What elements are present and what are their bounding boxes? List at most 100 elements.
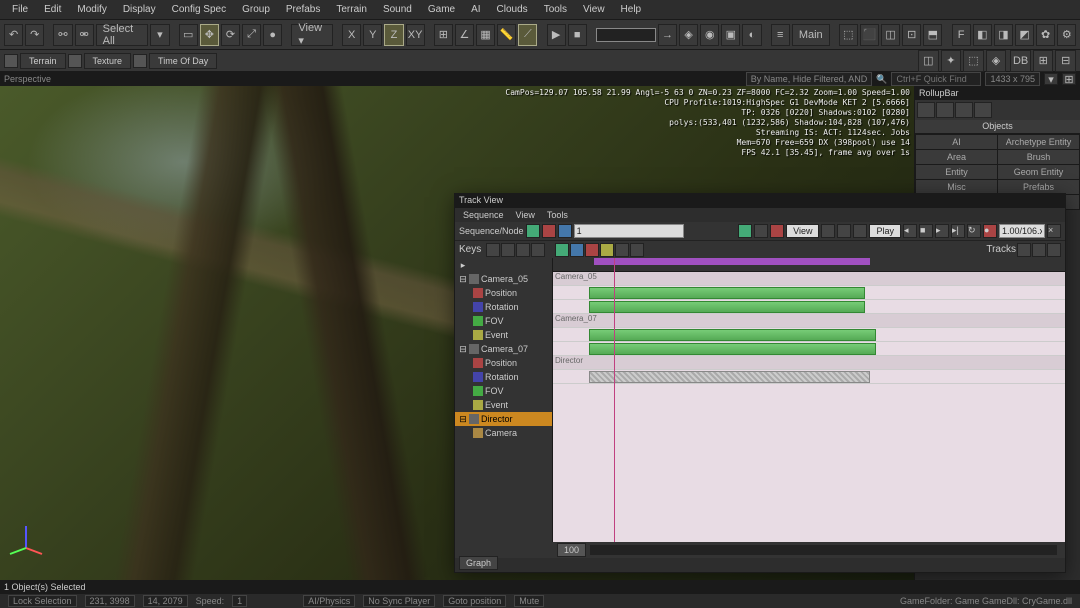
rtb-4[interactable]: ◈ [986,50,1007,72]
vp-opt-2[interactable]: ⊞ [1062,73,1076,85]
axis-xy-button[interactable]: XY [406,24,425,46]
unlink-button[interactable]: ⚮ [75,24,94,46]
select-tool[interactable]: ▭ [179,24,198,46]
misc-11[interactable]: ◧ [973,24,992,46]
menu-clouds[interactable]: Clouds [489,1,536,18]
tv-menu-view[interactable]: View [516,210,535,220]
snap-angle-button[interactable]: ∠ [455,24,474,46]
scale-tool[interactable]: ⤢ [242,24,261,46]
rp-tab-3[interactable] [955,102,973,118]
tv-key-opt[interactable] [754,224,768,238]
track-tree[interactable]: ▸ ⊟Camera_05 Position Rotation FOV Event… [455,258,553,542]
tv-del-button[interactable] [542,224,556,238]
time-of-day-button[interactable]: Time Of Day [149,53,217,69]
tv-snap-2[interactable] [837,224,851,238]
rp-tab-1[interactable] [917,102,935,118]
tv-k9[interactable] [615,243,629,257]
cat-misc[interactable]: Misc [916,180,997,194]
rtb-3[interactable]: ⬚ [963,50,984,72]
tv-snap-3[interactable] [853,224,867,238]
tv-rec-button[interactable]: ● [983,224,997,238]
menu-file[interactable]: File [4,1,36,18]
misc-9[interactable]: ⬒ [923,24,942,46]
axis-x-button[interactable]: X [342,24,361,46]
playhead[interactable] [614,258,615,542]
tv-end-button[interactable]: ▸| [951,224,965,238]
misc-2[interactable]: ◉ [700,24,719,46]
tv-stop-button[interactable]: ■ [919,224,933,238]
clip-cam07-2[interactable] [589,343,876,355]
menu-prefabs[interactable]: Prefabs [278,1,328,18]
timeline[interactable]: Camera_05 Camera_07 Director [553,258,1065,542]
tv-view-button[interactable]: View [786,224,819,238]
play-button[interactable]: ▶ [547,24,566,46]
menu-config-spec[interactable]: Config Spec [164,1,234,18]
tv-t3[interactable] [1047,243,1061,257]
misc-4[interactable]: ◐ [742,24,761,46]
menu-modify[interactable]: Modify [69,1,114,18]
selection-dropdown[interactable]: ▾ [150,24,169,46]
tv-key-add[interactable] [738,224,752,238]
clip-cam05-2[interactable] [589,301,865,313]
axis-y-button[interactable]: Y [363,24,382,46]
tv-edit-button[interactable] [558,224,572,238]
tv-k2[interactable] [501,243,515,257]
cat-area[interactable]: Area [916,150,997,164]
tv-add-button[interactable] [526,224,540,238]
axis-z-button[interactable]: Z [384,24,403,46]
tv-menu-tools[interactable]: Tools [547,210,568,220]
speed-value[interactable]: 1 [232,595,247,607]
tv-play-button[interactable]: Play [869,224,901,238]
menu-help[interactable]: Help [613,1,650,18]
terrain-button[interactable]: Terrain [20,53,66,69]
misc-14[interactable]: ✿ [1036,24,1055,46]
rp-tab-4[interactable] [974,102,992,118]
cat-entity[interactable]: Entity [916,165,997,179]
tv-prev-button[interactable]: ◂ [903,224,917,238]
cat-prefabs[interactable]: Prefabs [998,180,1079,194]
link-button[interactable]: ⚯ [53,24,72,46]
misc-5[interactable]: ⬚ [839,24,858,46]
lock-selection-button[interactable]: Lock Selection [8,595,77,607]
clip-cam07-1[interactable] [589,329,876,341]
physics-toggle[interactable]: AI/Physics [303,595,355,607]
command-exec[interactable]: → [658,24,677,46]
menu-group[interactable]: Group [234,1,278,18]
menu-terrain[interactable]: Terrain [328,1,375,18]
rtb-5[interactable]: DB [1010,50,1031,72]
command-field[interactable] [596,28,656,42]
filter-mode[interactable]: By Name, Hide Filtered, AND [746,72,873,86]
tv-k6[interactable] [570,243,584,257]
tv-key-del[interactable] [770,224,784,238]
tv-k10[interactable] [630,243,644,257]
snap-button[interactable]: ⊞ [434,24,453,46]
tv-t1[interactable] [1017,243,1031,257]
trackview-window[interactable]: Track View Sequence View Tools Sequence/… [454,193,1066,573]
layer-icon[interactable]: ≡ [771,24,790,46]
layer-dropdown[interactable]: Main [792,24,830,46]
menu-tools[interactable]: Tools [536,1,575,18]
mute-button[interactable]: Mute [514,595,544,607]
constraint-button[interactable]: ⟋ [518,24,537,46]
misc-1[interactable]: ◈ [679,24,698,46]
tv-t2[interactable] [1032,243,1046,257]
texture-button[interactable]: Texture [84,53,132,69]
ruler-button[interactable]: 📏 [497,24,516,46]
menu-edit[interactable]: Edit [36,1,69,18]
tv-menu-sequence[interactable]: Sequence [463,210,504,220]
tv-k3[interactable] [516,243,530,257]
brush-tool[interactable]: ● [263,24,282,46]
tv-close-button[interactable]: × [1047,224,1061,238]
misc-7[interactable]: ◫ [881,24,900,46]
tv-snap-1[interactable] [821,224,835,238]
reference-dropdown[interactable]: View ▾ [291,24,333,46]
rtb-7[interactable]: ⊟ [1055,50,1076,72]
misc-3[interactable]: ▣ [721,24,740,46]
sync-toggle[interactable]: No Sync Player [363,595,435,607]
tv-time-input[interactable] [999,224,1045,238]
menu-ai[interactable]: AI [463,1,488,18]
timeline-ruler[interactable] [553,258,1065,272]
redo-button[interactable]: ↷ [25,24,44,46]
snap-grid-button[interactable]: ▦ [476,24,495,46]
misc-10[interactable]: F [952,24,971,46]
